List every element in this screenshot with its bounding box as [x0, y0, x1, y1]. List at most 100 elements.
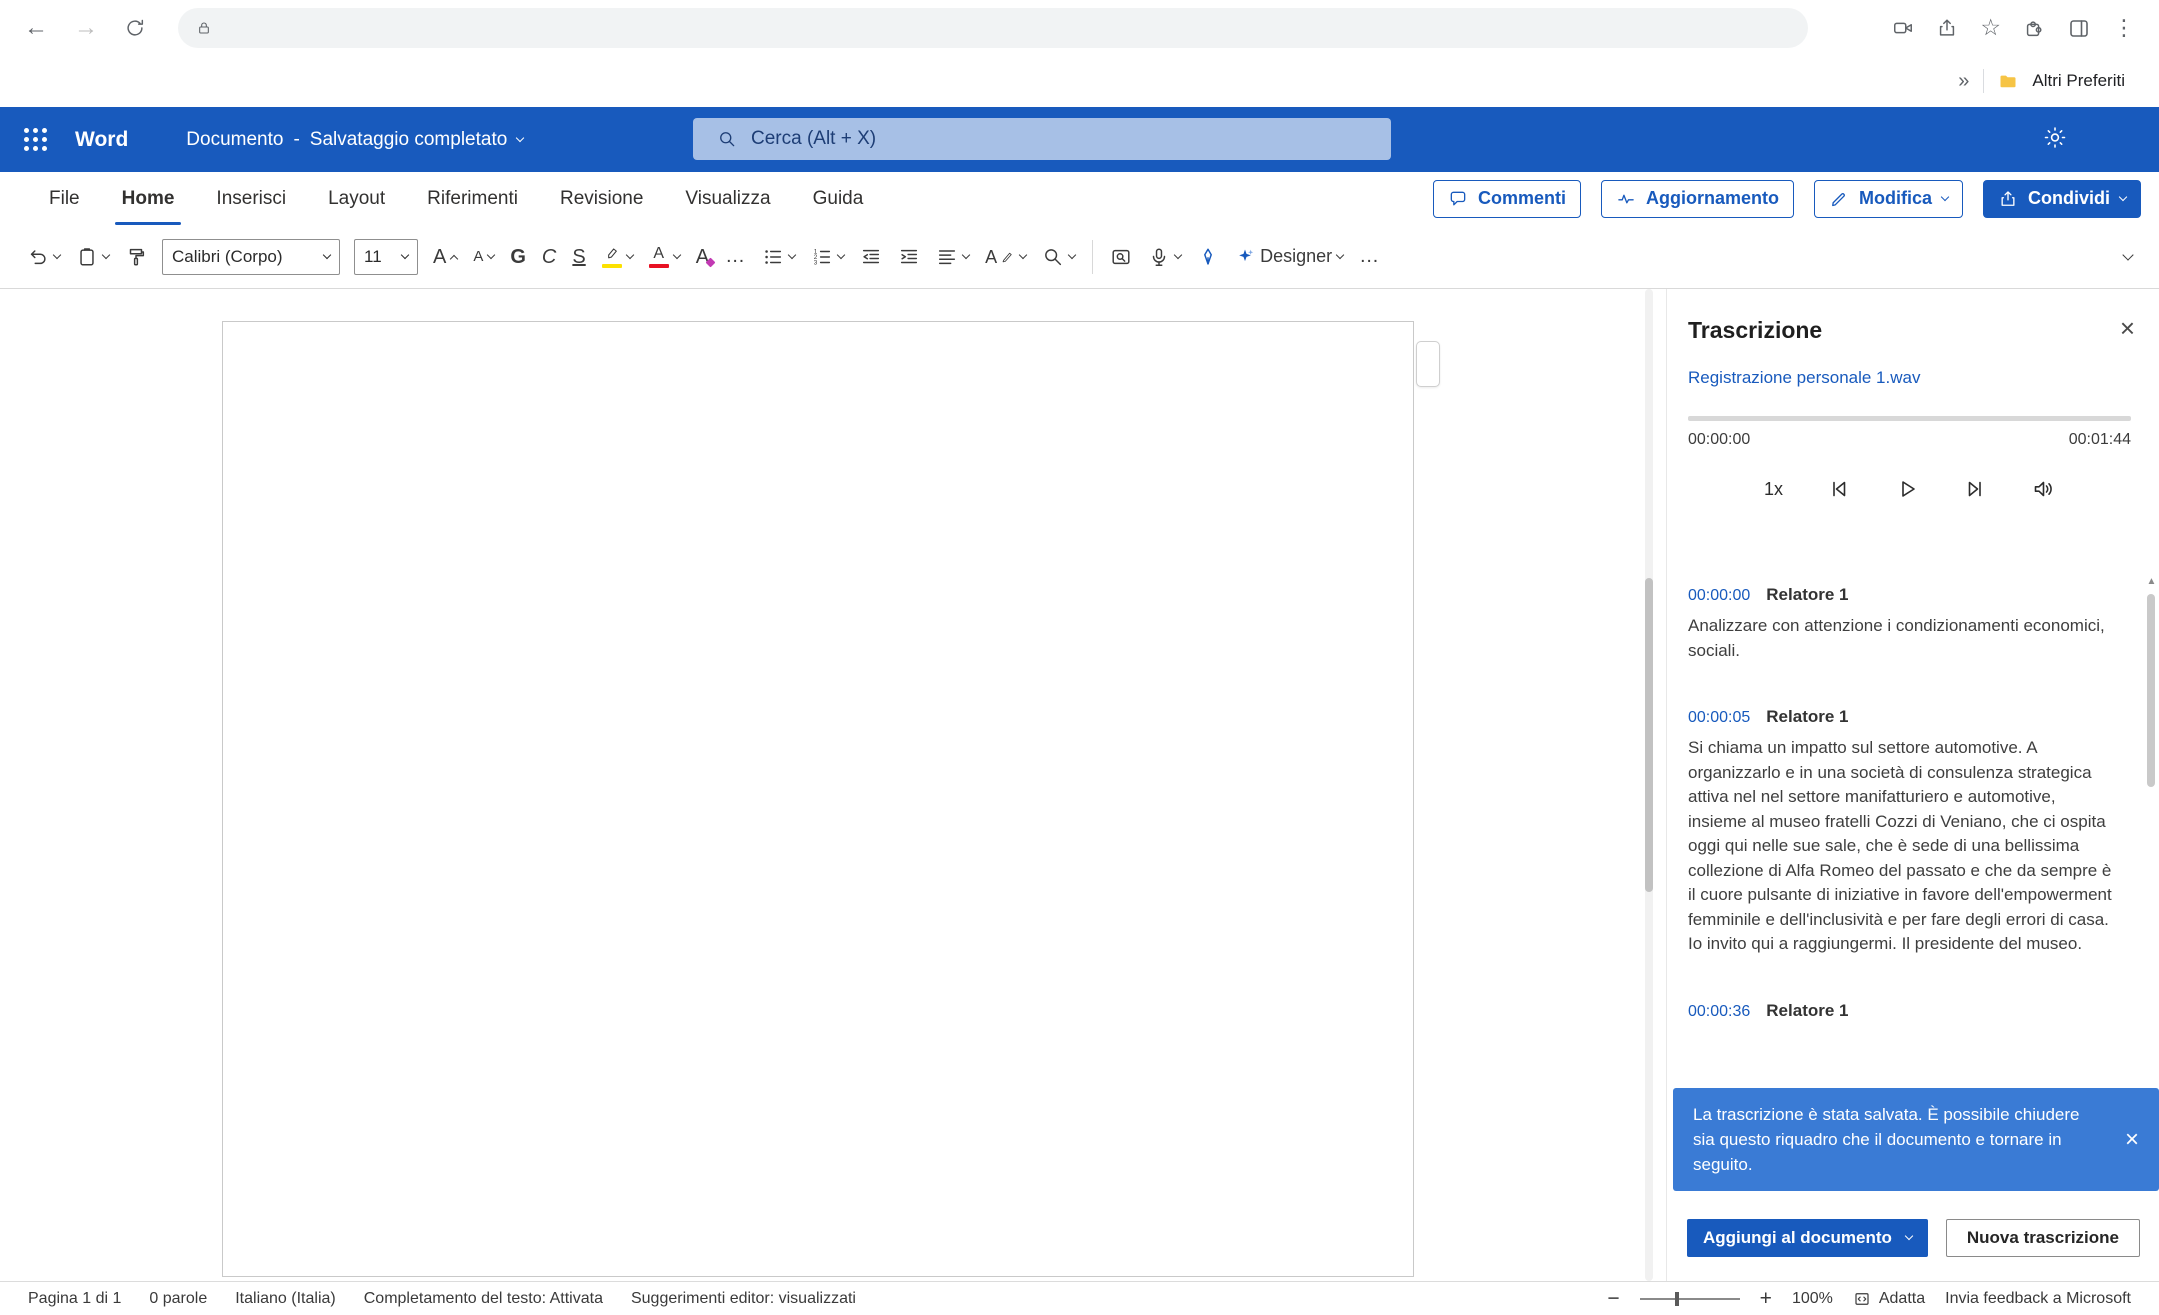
panel-close-icon[interactable]: × — [2120, 315, 2135, 341]
scrollbar-thumb[interactable] — [1645, 578, 1653, 892]
editor-suggestions-status[interactable]: Suggerimenti editor: visualizzati — [631, 1290, 856, 1308]
status-bar: Pagina 1 di 1 0 parole Italiano (Italia)… — [0, 1281, 2159, 1315]
page-info[interactable]: Pagina 1 di 1 — [28, 1290, 121, 1308]
address-bar[interactable] — [178, 8, 1808, 48]
feedback-link[interactable]: Invia feedback a Microsoft — [1945, 1290, 2131, 1308]
app-header: Word Documento - Salvataggio completato — [0, 107, 2159, 172]
scrollbar-up-arrow-icon[interactable]: ▲ — [2145, 576, 2158, 587]
clear-formatting-button[interactable]: A — [689, 235, 716, 279]
microphone-icon — [1148, 246, 1170, 268]
font-size-select[interactable]: 11 — [354, 239, 418, 275]
side-panel-icon[interactable] — [2067, 16, 2091, 40]
find-button[interactable] — [1035, 235, 1082, 279]
more-formatting-button[interactable]: … — [718, 235, 753, 279]
scrollbar-thumb[interactable] — [2147, 594, 2155, 787]
volume-icon[interactable] — [2031, 477, 2055, 501]
font-color-button[interactable]: A — [642, 235, 687, 279]
chevron-down-icon — [1068, 250, 1076, 258]
language-status[interactable]: Italiano (Italia) — [235, 1290, 336, 1308]
bookmarks-overflow-icon[interactable]: » — [1958, 70, 1969, 93]
increase-indent-button[interactable] — [891, 235, 927, 279]
new-transcription-button[interactable]: Nuova trascrizione — [1946, 1219, 2140, 1257]
editor-button[interactable] — [1190, 235, 1226, 279]
camera-icon[interactable] — [1892, 17, 1914, 39]
underline-button[interactable]: S — [565, 235, 592, 279]
fit-button[interactable]: Adatta — [1853, 1290, 1925, 1308]
back-icon[interactable]: ← — [24, 16, 48, 40]
text-completion-status[interactable]: Completamento del testo: Attivata — [364, 1290, 603, 1308]
decrease-indent-button[interactable] — [853, 235, 889, 279]
alignment-button[interactable] — [929, 235, 976, 279]
grow-font-button[interactable]: A — [426, 235, 464, 279]
add-to-document-button[interactable]: Aggiungi al documento — [1687, 1219, 1928, 1257]
playback-progress-bar[interactable] — [1688, 416, 2131, 421]
document-scrollbar[interactable] — [1645, 289, 1653, 1281]
toast-close-icon[interactable]: × — [2125, 1128, 2139, 1152]
entry-timestamp[interactable]: 00:00:05 — [1688, 709, 1750, 727]
tab-visualizza[interactable]: Visualizza — [664, 172, 791, 225]
reload-icon[interactable] — [124, 17, 146, 39]
zoom-slider[interactable] — [1640, 1298, 1740, 1300]
chevron-down-icon — [788, 250, 796, 258]
share-page-icon[interactable] — [1936, 17, 1958, 39]
font-name-select[interactable]: Calibri (Corpo) — [162, 239, 340, 275]
play-icon[interactable] — [1895, 477, 1919, 501]
search-icon — [717, 129, 737, 149]
search-input[interactable] — [751, 128, 1311, 150]
entry-timestamp[interactable]: 00:00:00 — [1688, 587, 1750, 605]
immersive-reader-button[interactable] — [1103, 235, 1139, 279]
transcript-scrollbar[interactable]: ▲ — [2145, 576, 2158, 1116]
tab-riferimenti[interactable]: Riferimenti — [406, 172, 539, 225]
bold-button[interactable]: G — [503, 235, 533, 279]
italic-button[interactable]: C — [535, 235, 563, 279]
highlight-button[interactable] — [595, 235, 640, 279]
browser-menu-icon[interactable]: ⋮ — [2113, 15, 2135, 41]
updates-button[interactable]: Aggiornamento — [1601, 180, 1794, 218]
comment-anchor-button[interactable] — [1416, 341, 1440, 387]
search-box[interactable] — [693, 118, 1391, 160]
font-name-value: Calibri (Corpo) — [172, 247, 283, 267]
numbering-button[interactable]: 123 — [804, 235, 851, 279]
zoom-slider-thumb[interactable] — [1675, 1292, 1679, 1306]
outdent-icon — [860, 246, 882, 268]
shrink-font-button[interactable]: A — [466, 235, 501, 279]
tab-layout[interactable]: Layout — [307, 172, 406, 225]
collapse-ribbon-button[interactable] — [2117, 235, 2139, 279]
format-painter-button[interactable] — [118, 235, 154, 279]
zoom-out-button[interactable]: − — [1607, 1287, 1619, 1311]
tab-home[interactable]: Home — [101, 172, 196, 225]
zoom-in-button[interactable]: + — [1760, 1287, 1772, 1311]
tab-guida[interactable]: Guida — [792, 172, 885, 225]
bookmark-star-icon[interactable]: ☆ — [1980, 14, 2001, 41]
app-launcher-icon[interactable] — [16, 120, 55, 159]
tab-revisione[interactable]: Revisione — [539, 172, 664, 225]
forward-icon[interactable]: → — [74, 16, 98, 40]
skip-back-icon[interactable] — [1827, 477, 1851, 501]
dictate-button[interactable] — [1141, 235, 1188, 279]
word-logo[interactable]: Word — [75, 128, 128, 152]
zoom-level[interactable]: 100% — [1792, 1290, 1833, 1308]
styles-label: A — [985, 248, 997, 266]
share-button[interactable]: Condividi — [1983, 180, 2141, 218]
tab-inserisci[interactable]: Inserisci — [195, 172, 307, 225]
styles-button[interactable]: A — [978, 235, 1033, 279]
more-toolbar-button[interactable]: … — [1352, 235, 1387, 279]
edit-mode-button[interactable]: Modifica — [1814, 180, 1963, 218]
entry-timestamp[interactable]: 00:00:36 — [1688, 1003, 1750, 1021]
extensions-icon[interactable] — [2023, 17, 2045, 39]
document-page[interactable] — [222, 321, 1414, 1277]
recording-file-link[interactable]: Registrazione personale 1.wav — [1688, 368, 2131, 388]
designer-button[interactable]: Designer — [1228, 235, 1350, 279]
comments-button[interactable]: Commenti — [1433, 180, 1581, 218]
tab-file[interactable]: File — [28, 172, 101, 225]
undo-button[interactable] — [20, 235, 67, 279]
skip-forward-icon[interactable] — [1963, 477, 1987, 501]
playback-rate-button[interactable]: 1x — [1764, 479, 1783, 500]
paste-button[interactable] — [69, 235, 116, 279]
settings-gear-icon[interactable] — [2043, 125, 2067, 154]
bookmarks-folder-label[interactable]: Altri Preferiti — [2032, 71, 2125, 91]
document-title-menu[interactable]: Documento - Salvataggio completato — [186, 129, 523, 151]
bullets-button[interactable] — [755, 235, 802, 279]
indent-icon — [898, 246, 920, 268]
word-count[interactable]: 0 parole — [149, 1290, 207, 1308]
